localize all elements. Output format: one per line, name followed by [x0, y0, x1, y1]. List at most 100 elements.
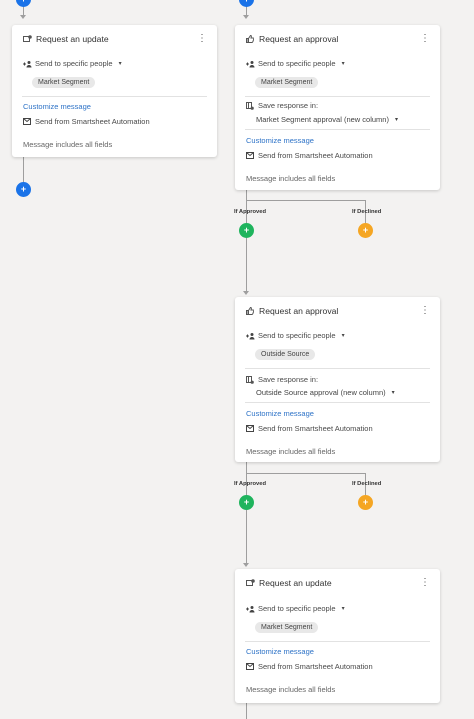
connector-line — [246, 462, 247, 473]
divider — [245, 368, 430, 369]
connector-line — [246, 473, 366, 474]
save-response-label: Save response in: — [258, 375, 319, 384]
recipient-chip[interactable]: Market Segment — [32, 77, 96, 88]
mail-icon — [246, 424, 254, 433]
add-step-button[interactable]: + — [239, 0, 254, 7]
recipients-label: Send to specific people — [258, 331, 336, 340]
more-options-icon[interactable]: ⋮ — [197, 34, 207, 44]
recipient-chip[interactable]: Outside Source — [255, 349, 316, 360]
customize-message-link[interactable]: Customize message — [246, 136, 314, 145]
message-fields-note: Message includes all fields — [246, 685, 336, 694]
connector-arrow — [20, 15, 26, 19]
card-header: Request an approval — [246, 34, 338, 44]
divider — [245, 96, 430, 97]
card-title: Request an update — [36, 34, 109, 44]
thumbs-up-icon — [246, 307, 254, 315]
add-person-icon — [246, 60, 255, 68]
add-approved-step-button[interactable]: + — [239, 495, 254, 510]
workflow-card[interactable]: Request an update ⋮ Send to specific peo… — [12, 25, 217, 157]
branch-label-declined: If Declined — [352, 481, 382, 487]
customize-message-link[interactable]: Customize message — [246, 409, 314, 418]
recipients-dropdown[interactable]: Send to specific people ▾ — [246, 59, 345, 68]
card-title: Request an approval — [259, 34, 339, 44]
recipients-label: Send to specific people — [35, 59, 113, 68]
add-person-icon — [246, 605, 255, 613]
connector-line — [23, 157, 24, 184]
recipients-label: Send to specific people — [258, 604, 336, 613]
more-options-icon[interactable]: ⋮ — [420, 34, 430, 44]
connector-arrow — [243, 15, 249, 19]
chevron-down-icon: ▾ — [118, 61, 122, 67]
sender-label: Send from Smartsheet Automation — [258, 151, 373, 160]
sender-row: Send from Smartsheet Automation — [246, 151, 373, 160]
add-approved-step-button[interactable]: + — [239, 223, 254, 238]
workflow-card[interactable]: Request an update ⋮ Send to specific peo… — [235, 569, 440, 703]
card-header: Request an approval — [246, 306, 338, 316]
mail-icon — [23, 117, 31, 126]
save-column-dropdown[interactable]: Market Segment approval (new column) ▾ — [256, 115, 398, 124]
sender-label: Send from Smartsheet Automation — [35, 117, 150, 126]
workflow-card[interactable]: Request an approval ⋮ Send to specific p… — [235, 297, 440, 462]
chevron-down-icon: ▾ — [341, 606, 345, 612]
connector-line — [246, 510, 247, 564]
more-options-icon[interactable]: ⋮ — [420, 578, 430, 588]
message-fields-note: Message includes all fields — [23, 140, 113, 149]
card-title: Request an update — [259, 578, 332, 588]
chevron-down-icon: ▾ — [341, 333, 345, 339]
connector-arrow — [243, 563, 249, 567]
recipients-dropdown[interactable]: Send to specific people ▾ — [23, 59, 122, 68]
message-fields-note: Message includes all fields — [246, 447, 336, 456]
sender-label: Send from Smartsheet Automation — [258, 424, 373, 433]
add-person-icon — [246, 332, 255, 340]
sender-row: Send from Smartsheet Automation — [246, 424, 373, 433]
card-header: Request an update — [23, 34, 109, 44]
card-header: Request an update — [246, 578, 332, 588]
chevron-down-icon: ▾ — [394, 117, 398, 123]
chevron-down-icon: ▾ — [391, 390, 395, 396]
recipient-chip[interactable]: Market Segment — [255, 622, 319, 633]
add-declined-step-button[interactable]: + — [358, 495, 373, 510]
save-response-label: Save response in: — [258, 101, 319, 110]
add-person-icon — [23, 60, 32, 68]
add-step-button[interactable]: + — [16, 182, 31, 197]
mail-icon — [246, 151, 254, 160]
save-column-dropdown[interactable]: Outside Source approval (new column) ▾ — [256, 388, 395, 397]
column-save-icon — [246, 375, 254, 384]
sender-row: Send from Smartsheet Automation — [246, 662, 373, 671]
message-fields-note: Message includes all fields — [246, 174, 336, 183]
save-column-value: Outside Source approval (new column) — [256, 388, 386, 397]
recipient-chip[interactable]: Market Segment — [255, 77, 319, 88]
recipients-label: Send to specific people — [258, 59, 336, 68]
sender-row: Send from Smartsheet Automation — [23, 117, 150, 126]
branch-label-approved: If Approved — [234, 481, 266, 487]
connector-line — [246, 238, 247, 292]
connector-arrow — [243, 291, 249, 295]
connector-line — [246, 190, 247, 200]
chevron-down-icon: ▾ — [341, 61, 345, 67]
divider — [245, 129, 430, 130]
save-response-row: Save response in: — [246, 101, 318, 110]
mail-icon — [246, 662, 254, 671]
more-options-icon[interactable]: ⋮ — [420, 306, 430, 316]
thumbs-up-icon — [246, 35, 254, 43]
recipients-dropdown[interactable]: Send to specific people ▾ — [246, 604, 345, 613]
add-declined-step-button[interactable]: + — [358, 223, 373, 238]
customize-message-link[interactable]: Customize message — [23, 102, 91, 111]
divider — [245, 402, 430, 403]
save-column-value: Market Segment approval (new column) — [256, 115, 389, 124]
save-response-row: Save response in: — [246, 375, 318, 384]
card-title: Request an approval — [259, 306, 339, 316]
recipients-dropdown[interactable]: Send to specific people ▾ — [246, 331, 345, 340]
sender-label: Send from Smartsheet Automation — [258, 662, 373, 671]
update-request-icon — [23, 35, 32, 43]
divider — [22, 96, 207, 97]
update-request-icon — [246, 579, 255, 587]
branch-label-approved: If Approved — [234, 209, 266, 215]
column-save-icon — [246, 101, 254, 110]
connector-line — [246, 703, 247, 719]
add-step-button[interactable]: + — [16, 0, 31, 7]
branch-label-declined: If Declined — [352, 209, 382, 215]
connector-line — [246, 200, 366, 201]
customize-message-link[interactable]: Customize message — [246, 647, 314, 656]
workflow-card[interactable]: Request an approval ⋮ Send to specific p… — [235, 25, 440, 190]
